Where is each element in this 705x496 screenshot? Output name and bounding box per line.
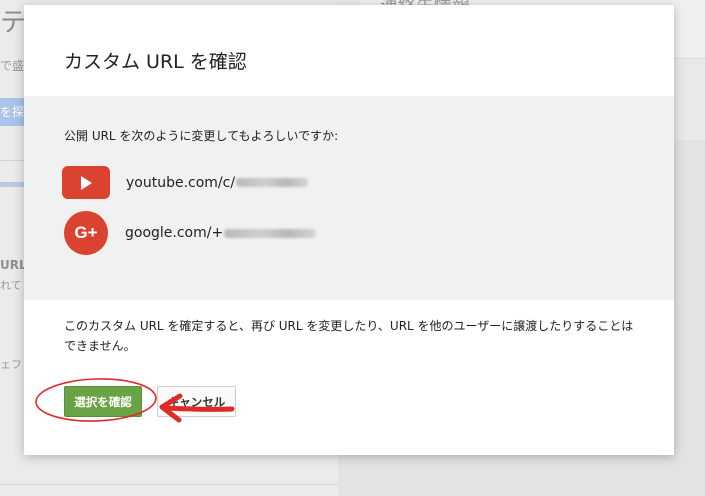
background-bottom-line [0, 484, 338, 485]
google-plus-url-row: G+ google.com/+ [62, 211, 317, 255]
youtube-url-prefix: youtube.com/c/ [126, 174, 236, 191]
confirm-custom-url-dialog: カスタム URL を確認 公開 URL を次のように変更してもよろしいですか: … [24, 5, 674, 455]
confirm-question: 公開 URL を次のように変更してもよろしいですか: [64, 129, 339, 143]
dialog-title: カスタム URL を確認 [64, 51, 247, 73]
youtube-url: youtube.com/c/ [126, 174, 309, 191]
redacted-name-blur [236, 178, 309, 187]
confirm-selection-button[interactable]: 選択を確認 [64, 386, 142, 417]
background-text-fragment-2: れて [0, 279, 22, 292]
google-plus-url-prefix: google.com/+ [125, 225, 224, 241]
google-plus-icon: G+ [64, 211, 108, 255]
background-text-fragment: で盛 [0, 59, 25, 73]
dialog-url-preview: 公開 URL を次のように変更してもよろしいですか: youtube.com/c… [24, 96, 674, 300]
background-progress-bar [0, 182, 26, 187]
youtube-url-row: youtube.com/c/ [62, 166, 309, 199]
youtube-icon [62, 166, 110, 199]
background-title-fragment: テ [0, 8, 27, 38]
background-url-fragment: URL [0, 258, 27, 272]
background-button-fragment: を探 [0, 98, 26, 126]
redacted-name-blur [224, 228, 317, 238]
irreversible-notice: このカスタム URL を確定すると、再び URL を変更したり、URL を他のユ… [64, 319, 634, 353]
google-plus-url: google.com/+ [125, 225, 317, 241]
background-text-fragment-3: ェフ [0, 358, 22, 371]
cancel-button[interactable]: キャンセル [157, 386, 236, 417]
